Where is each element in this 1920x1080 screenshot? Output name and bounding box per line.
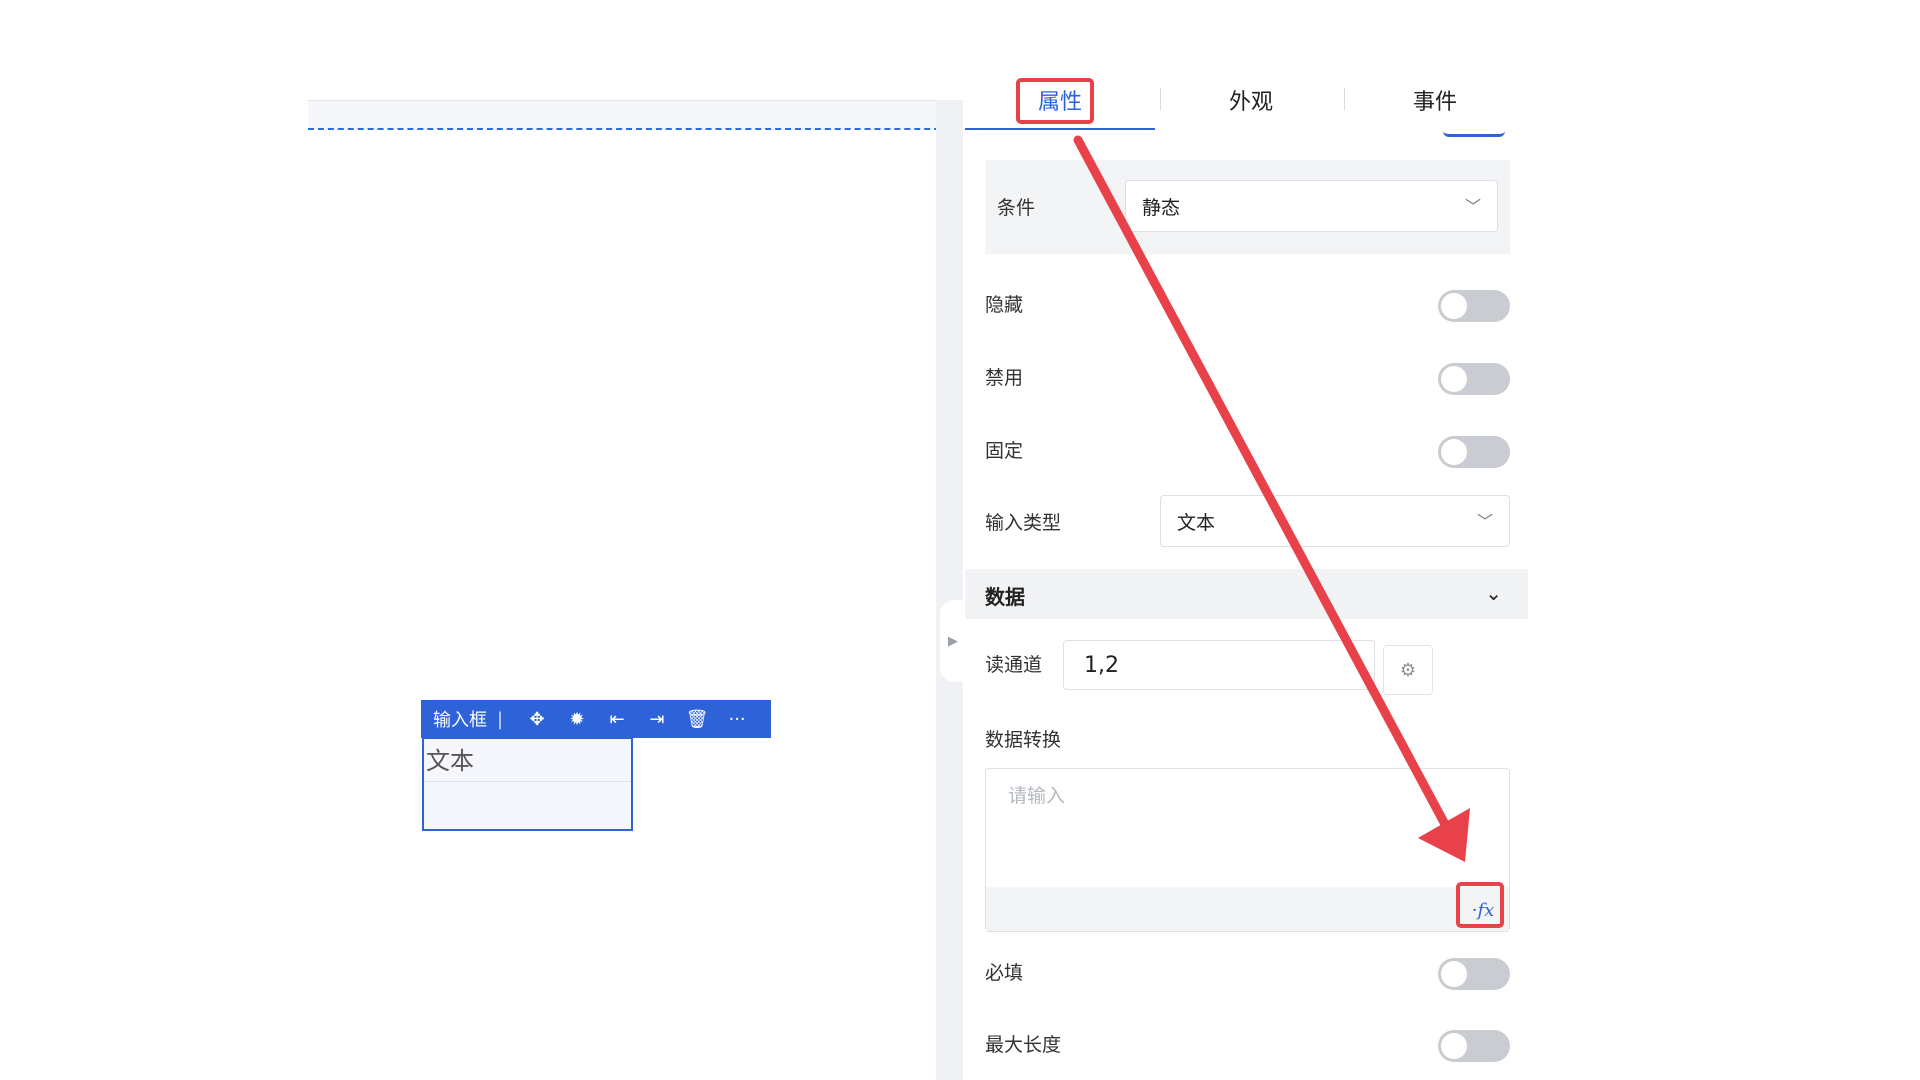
move-right-icon[interactable]: ⇥ <box>637 700 677 738</box>
data-transform-label: 数据转换 <box>985 729 1062 751</box>
data-section-title: 数据 <box>985 585 1025 609</box>
tab-appearance[interactable]: 外观 <box>1163 70 1339 130</box>
data-section-header[interactable]: 数据 ⌄ <box>965 569 1528 619</box>
read-channel-input[interactable]: 1,2 <box>1063 640 1375 690</box>
selected-input-widget[interactable]: 文本 <box>422 737 633 831</box>
trash-icon[interactable]: 🗑 <box>677 700 717 738</box>
condition-label: 条件 <box>997 197 1036 219</box>
tab-events[interactable]: 事件 <box>1347 70 1523 130</box>
caret-right-icon: ▶ <box>948 633 958 649</box>
fixed-toggle[interactable] <box>1438 436 1510 468</box>
tab-appearance-label: 外观 <box>1228 90 1273 115</box>
required-toggle[interactable] <box>1438 958 1510 990</box>
widget-label: 文本 <box>426 747 474 775</box>
max-length-toggle[interactable] <box>1438 1030 1510 1062</box>
chevron-down-icon: ﹀ <box>1464 196 1481 216</box>
input-type-value: 文本 <box>1177 511 1216 534</box>
required-label: 必填 <box>985 962 1024 984</box>
textarea-footer <box>986 887 1509 931</box>
input-type-label: 输入类型 <box>985 512 1062 534</box>
property-panel: 属性 外观 事件 条件 静态 ﹀ 隐藏 禁用 固定 输入类型 文本 ﹀ 数据 ⌄ <box>965 70 1528 1080</box>
more-icon[interactable]: ··· <box>717 700 757 738</box>
scroll-indicator <box>1443 128 1505 137</box>
max-length-label: 最大长度 <box>985 1034 1062 1056</box>
toggle-knob <box>1441 293 1467 319</box>
hidden-label: 隐藏 <box>985 294 1024 316</box>
move-left-icon[interactable]: ⇤ <box>597 700 637 738</box>
read-channel-settings-button[interactable]: ⚙ <box>1383 645 1433 695</box>
tab-separator <box>1160 88 1161 110</box>
condition-row: 条件 静态 ﹀ <box>985 160 1510 254</box>
tab-separator <box>1344 88 1345 110</box>
disabled-toggle[interactable] <box>1438 363 1510 395</box>
gear-icon: ⚙ <box>1399 659 1417 681</box>
widget-divider <box>424 781 631 782</box>
toggle-knob <box>1441 961 1467 987</box>
chevron-down-icon: ⌄ <box>1485 581 1502 605</box>
bug-icon[interactable]: ✹ <box>557 700 597 738</box>
condition-select[interactable]: 静态 ﹀ <box>1125 180 1498 232</box>
disabled-label: 禁用 <box>985 367 1024 389</box>
tab-highlight-box <box>1016 78 1094 124</box>
panel-divider <box>936 100 963 1080</box>
read-channel-value: 1,2 <box>1084 652 1119 678</box>
read-channel-label: 读通道 <box>985 654 1043 676</box>
design-canvas[interactable]: 输入框 | ✥ ✹ ⇤ ⇥ 🗑 ··· 文本 <box>0 0 960 1080</box>
active-tab-indicator <box>965 128 1155 130</box>
toggle-knob <box>1441 439 1467 465</box>
data-transform-textarea[interactable]: 请输入 ·fx <box>985 768 1510 932</box>
move-icon[interactable]: ✥ <box>517 700 557 738</box>
data-transform-placeholder: 请输入 <box>1008 785 1066 807</box>
toolbar-separator: | <box>497 708 504 730</box>
fx-highlight-box <box>1456 882 1504 928</box>
chevron-down-icon: ﹀ <box>1476 511 1493 531</box>
tab-events-label: 事件 <box>1412 90 1457 115</box>
hidden-toggle[interactable] <box>1438 290 1510 322</box>
toggle-knob <box>1441 1033 1467 1059</box>
condition-value: 静态 <box>1142 196 1181 219</box>
fixed-label: 固定 <box>985 440 1024 462</box>
widget-toolbar: 输入框 | ✥ ✹ ⇤ ⇥ 🗑 ··· <box>421 700 771 738</box>
toggle-knob <box>1441 366 1467 392</box>
widget-type-label: 输入框 <box>433 710 487 731</box>
canvas-container-bar <box>308 100 960 130</box>
collapse-panel-button[interactable]: ▶ <box>940 600 966 682</box>
input-type-select[interactable]: 文本 ﹀ <box>1160 495 1510 547</box>
